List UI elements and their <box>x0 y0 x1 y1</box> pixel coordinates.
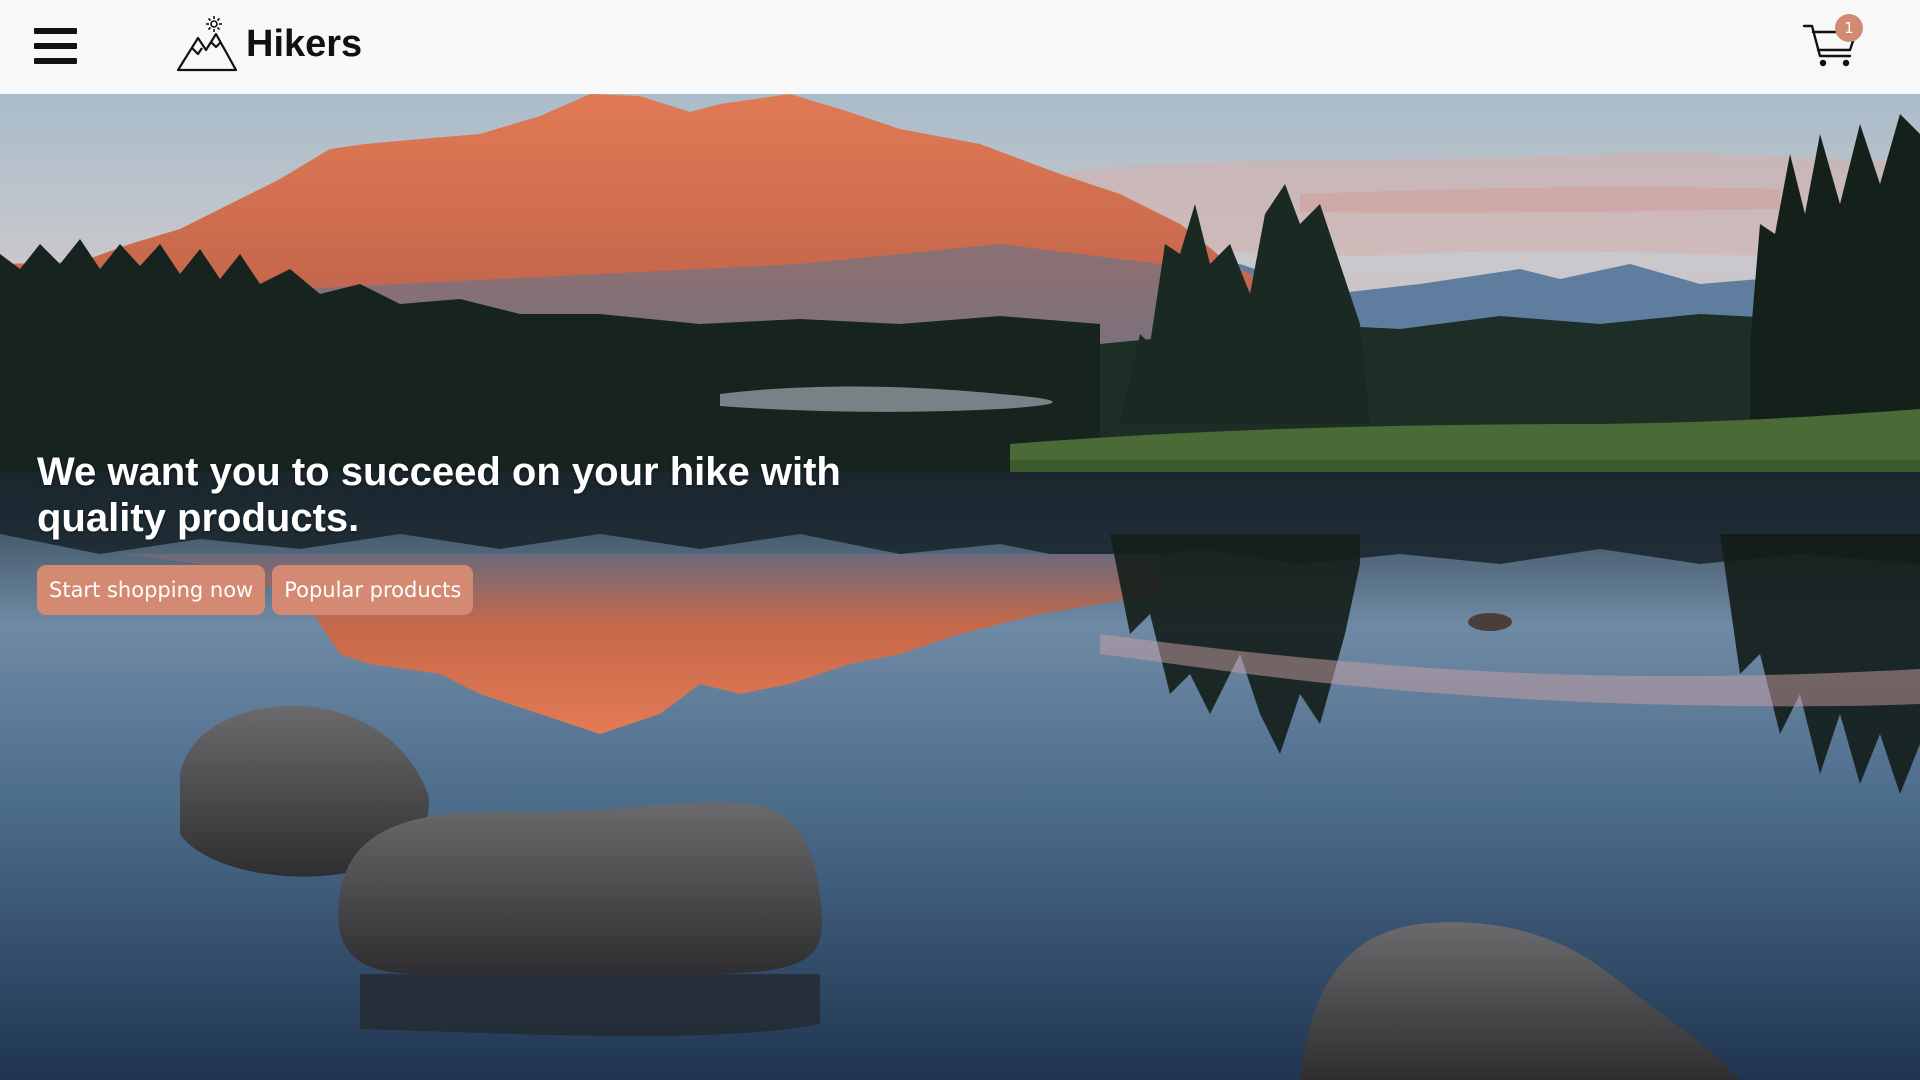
site-header: Hikers 1 <box>0 0 1920 94</box>
popular-products-button[interactable]: Popular products <box>272 565 474 615</box>
hero-cta-group: Start shopping now Popular products <box>37 565 474 615</box>
brand-name: Hikers <box>246 22 363 65</box>
hero-banner: We want you to succeed on your hike with… <box>0 94 1920 1080</box>
brand-logo-link[interactable]: Hikers <box>176 14 362 74</box>
cart-count-badge: 1 <box>1835 14 1863 42</box>
start-shopping-button[interactable]: Start shopping now <box>37 565 266 615</box>
mountain-sun-icon <box>176 16 238 72</box>
hero-headline: We want you to succeed on your hike with… <box>37 450 841 540</box>
hamburger-menu-icon[interactable] <box>34 28 78 64</box>
